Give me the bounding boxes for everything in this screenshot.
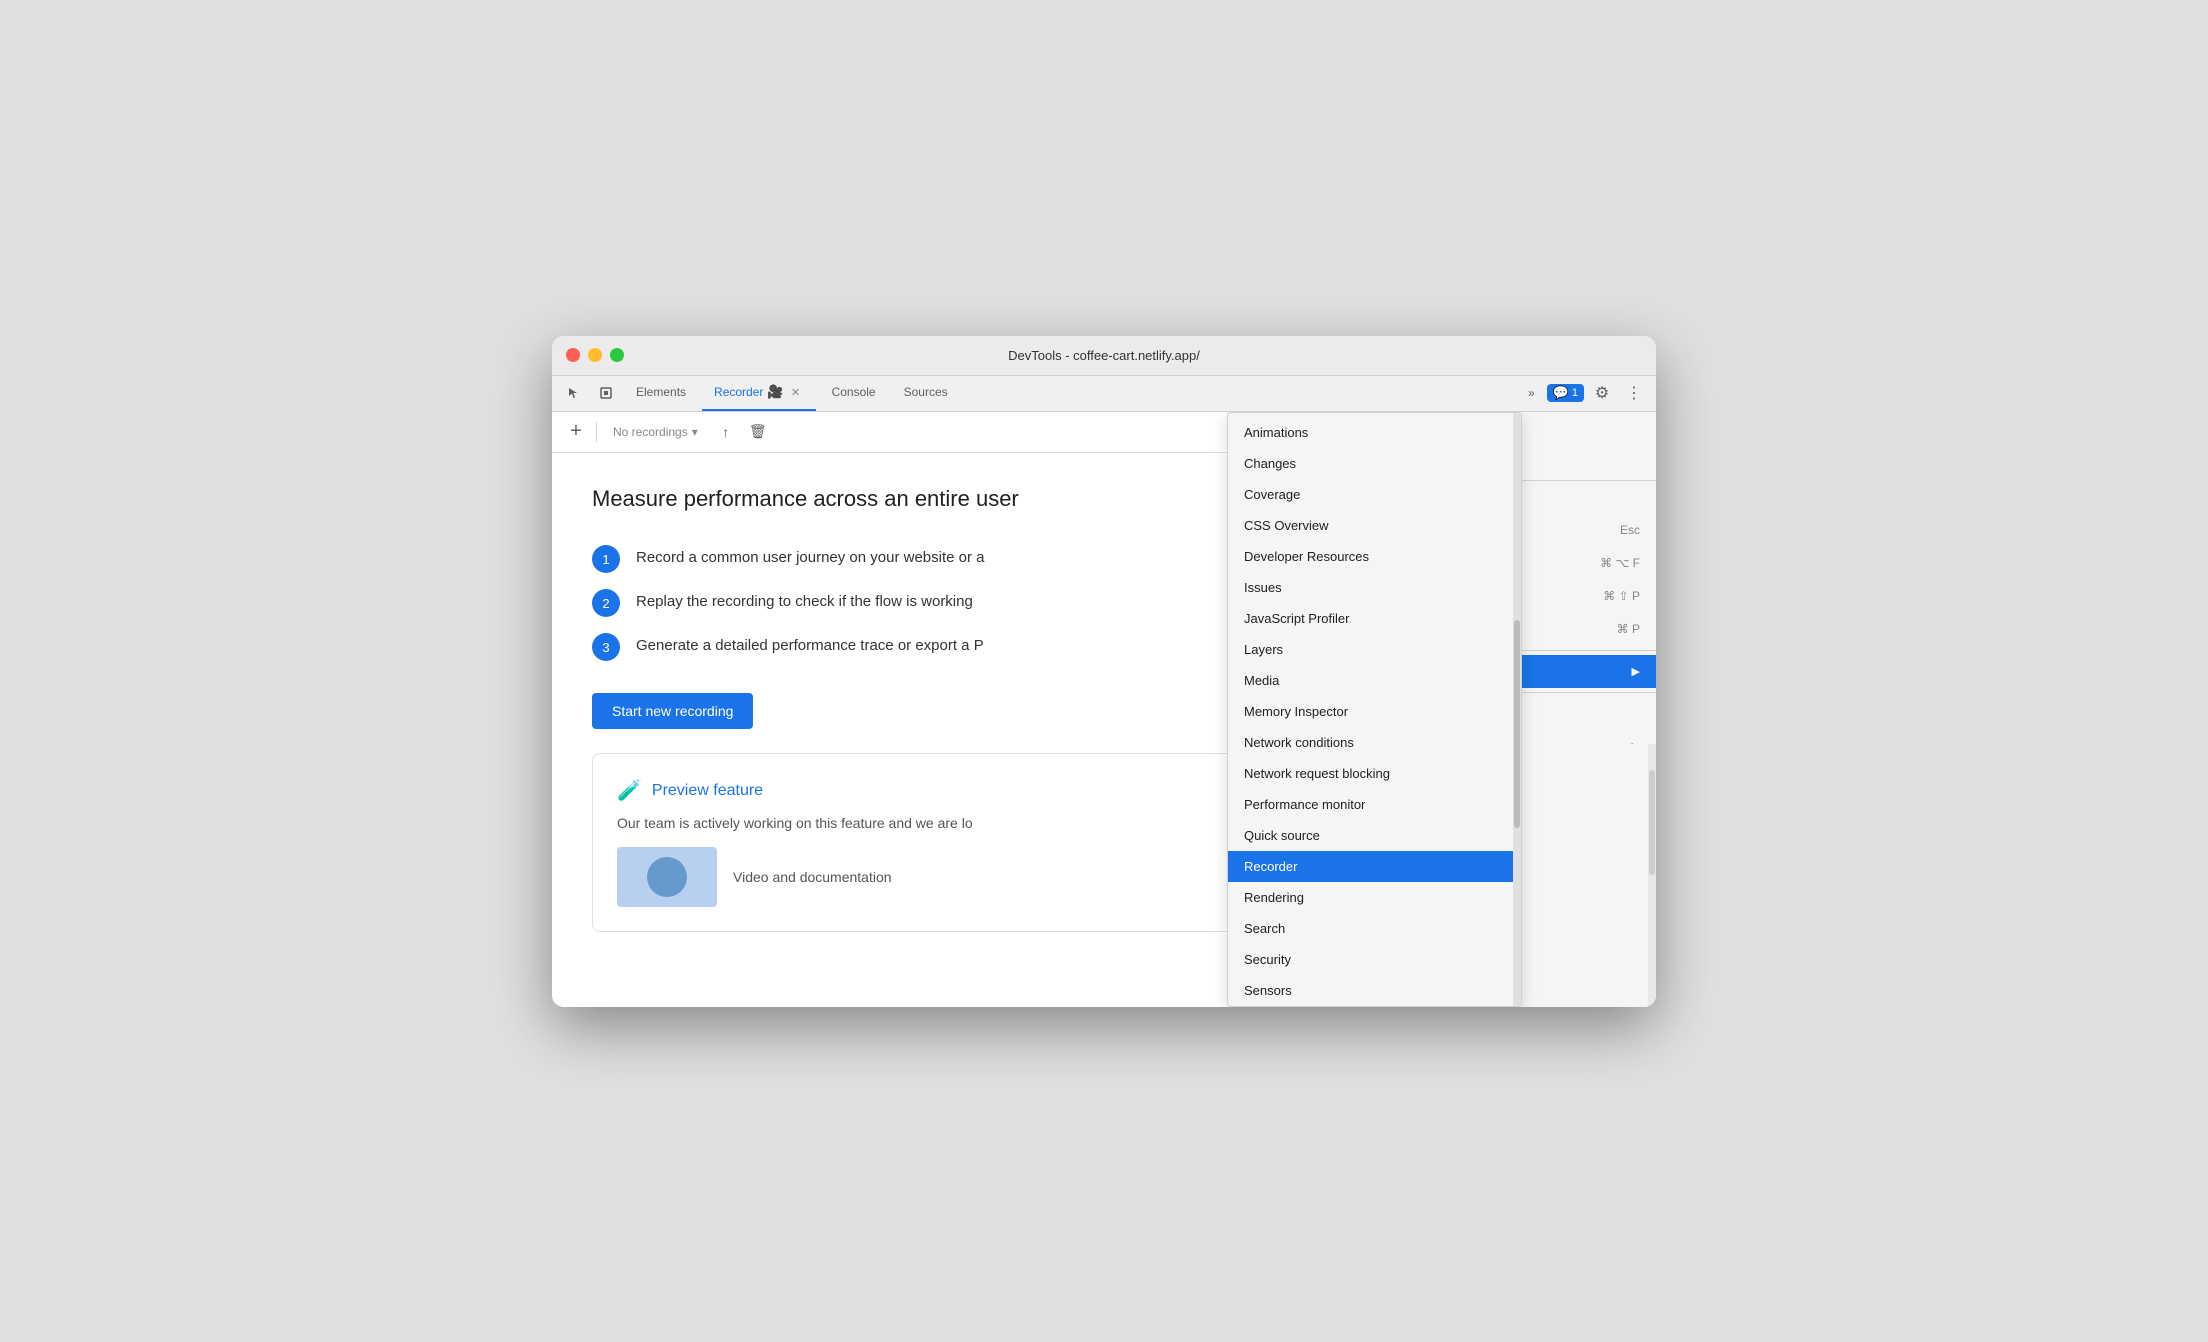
preview-card: 🧪 Preview feature Our team is actively w…: [592, 753, 1306, 932]
minimize-button[interactable]: [588, 348, 602, 362]
step-item-2: 2 Replay the recording to check if the f…: [592, 589, 1306, 617]
menu-item-memory-inspector[interactable]: Memory Inspector: [1228, 696, 1521, 727]
delete-button[interactable]: 🗑: [746, 420, 770, 444]
menu-item-security[interactable]: Security: [1228, 944, 1521, 975]
preview-thumbnail: [617, 847, 717, 907]
inspect-icon[interactable]: [592, 379, 620, 407]
traffic-lights: [566, 348, 624, 362]
start-recording-button[interactable]: Start new recording: [592, 693, 753, 729]
cursor-icon[interactable]: [560, 379, 588, 407]
menu-item-css-overview[interactable]: CSS Overview: [1228, 510, 1521, 541]
step-number-1: 1: [592, 545, 620, 573]
preview-text: Our team is actively working on this fea…: [617, 815, 1281, 831]
tab-bar-right: » 💬 1 ⚙ ⋮: [1520, 379, 1648, 407]
step-number-3: 3: [592, 633, 620, 661]
upload-button[interactable]: ↑: [714, 420, 738, 444]
right-panel-scrollbar[interactable]: [1648, 744, 1656, 1007]
video-doc-label: Video and documentation: [733, 869, 892, 885]
window-title: DevTools - coffee-cart.netlify.app/: [1008, 348, 1200, 363]
preview-title: 🧪 Preview feature: [617, 778, 1281, 803]
menu-item-media[interactable]: Media: [1228, 665, 1521, 696]
menu-item-animations[interactable]: Animations: [1228, 417, 1521, 448]
preview-media: Video and documentation: [617, 847, 1281, 907]
close-button[interactable]: [566, 348, 580, 362]
menu-item-rendering[interactable]: Rendering: [1228, 882, 1521, 913]
step-text-2: Replay the recording to check if the flo…: [636, 589, 973, 610]
menu-item-network-request-blocking[interactable]: Network request blocking: [1228, 758, 1521, 789]
menu-item-sensors[interactable]: Sensors: [1228, 975, 1521, 1006]
more-tools-dropdown: Animations Changes Coverage CSS Overview…: [1227, 412, 1522, 1007]
menu-item-changes[interactable]: Changes: [1228, 448, 1521, 479]
recordings-dropdown[interactable]: No recordings ▾: [605, 421, 706, 443]
menu-item-layers[interactable]: Layers: [1228, 634, 1521, 665]
tab-close-recorder[interactable]: ✕: [788, 384, 804, 400]
flask-icon: 🧪: [617, 778, 642, 803]
more-options-button[interactable]: ⋮: [1620, 379, 1648, 407]
tab-elements[interactable]: Elements: [624, 375, 698, 411]
step-number-2: 2: [592, 589, 620, 617]
more-tabs-button[interactable]: »: [1520, 382, 1543, 404]
menu-item-issues[interactable]: Issues: [1228, 572, 1521, 603]
step-text-3: Generate a detailed performance trace or…: [636, 633, 984, 654]
tab-recorder[interactable]: Recorder 🎥 ✕: [702, 375, 816, 411]
main-area: + No recordings ▾ ↑ 🗑 Measure performanc…: [552, 412, 1656, 1007]
right-scrollbar-thumb[interactable]: [1649, 770, 1655, 875]
step-item-3: 3 Generate a detailed performance trace …: [592, 633, 1306, 661]
recorder-heading: Measure performance across an entire use…: [592, 485, 1306, 514]
tab-bar-left: Elements Recorder 🎥 ✕ Console Sources: [560, 375, 1520, 411]
menu-item-coverage[interactable]: Coverage: [1228, 479, 1521, 510]
tab-console[interactable]: Console: [820, 375, 888, 411]
scrollbar-thumb[interactable]: [1514, 620, 1520, 828]
preview-thumb-inner: [647, 857, 687, 897]
menu-item-quick-source[interactable]: Quick source: [1228, 820, 1521, 851]
step-text-1: Record a common user journey on your web…: [636, 545, 985, 566]
settings-button[interactable]: ⚙: [1588, 379, 1616, 407]
menu-item-recorder[interactable]: Recorder: [1228, 851, 1521, 882]
menu-item-performance-monitor[interactable]: Performance monitor: [1228, 789, 1521, 820]
dropdown-scrollbar[interactable]: [1513, 413, 1521, 1006]
devtools-window: DevTools - coffee-cart.netlify.app/ Elem…: [552, 336, 1656, 1007]
toolbar-separator: [596, 422, 597, 442]
step-item-1: 1 Record a common user journey on your w…: [592, 545, 1306, 573]
title-bar: DevTools - coffee-cart.netlify.app/: [552, 336, 1656, 376]
issue-badge[interactable]: 💬 1: [1547, 384, 1584, 402]
maximize-button[interactable]: [610, 348, 624, 362]
tab-sources[interactable]: Sources: [892, 375, 960, 411]
menu-item-developer-resources[interactable]: Developer Resources: [1228, 541, 1521, 572]
add-recording-button[interactable]: +: [564, 420, 588, 444]
menu-item-network-conditions[interactable]: Network conditions: [1228, 727, 1521, 758]
menu-item-js-profiler[interactable]: JavaScript Profiler: [1228, 603, 1521, 634]
tab-bar: Elements Recorder 🎥 ✕ Console Sources » …: [552, 376, 1656, 412]
chevron-down-icon: ▾: [692, 425, 698, 439]
more-tools-list: Animations Changes Coverage CSS Overview…: [1228, 413, 1521, 1006]
step-list: 1 Record a common user journey on your w…: [592, 545, 1306, 661]
menu-item-search[interactable]: Search: [1228, 913, 1521, 944]
